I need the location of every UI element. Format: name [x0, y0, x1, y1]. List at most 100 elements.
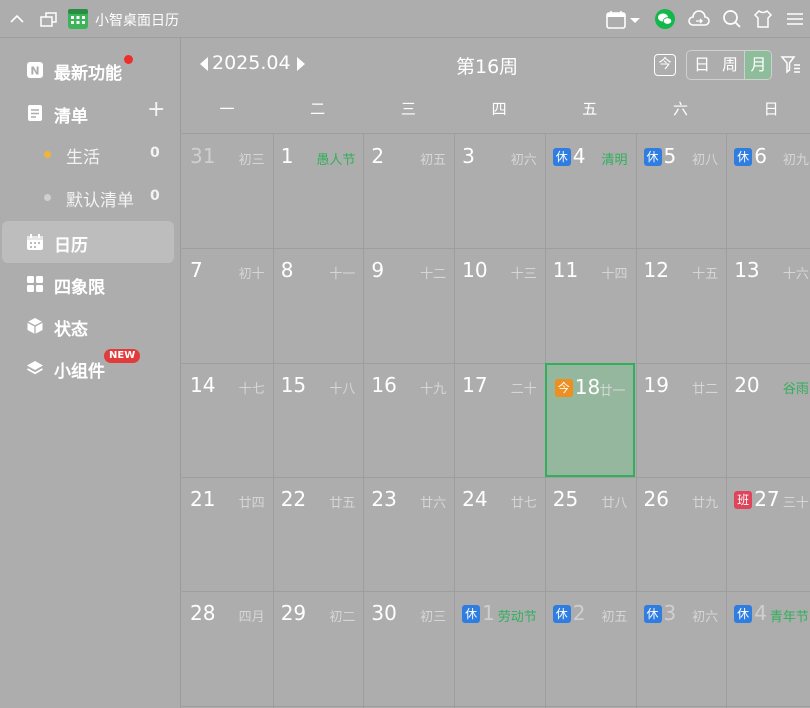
- pin-window-icon[interactable]: [38, 8, 60, 30]
- holiday-badge: 休: [643, 148, 662, 166]
- week-number: 第16周: [456, 56, 519, 78]
- sidebar-item-lists[interactable]: 清单 +: [2, 92, 174, 134]
- menu-icon[interactable]: [784, 8, 806, 30]
- day-cell[interactable]: 休 1 劳动节: [454, 591, 545, 705]
- day-cell[interactable]: 7 初十: [182, 248, 273, 362]
- day-cell[interactable]: 31 初三: [182, 134, 273, 248]
- sidebar-item-label: 清单: [54, 107, 88, 127]
- wechat-icon[interactable]: [654, 8, 676, 30]
- sidebar-item-label: 最新功能: [54, 64, 122, 84]
- view-day-button[interactable]: 日: [688, 51, 716, 79]
- day-cell[interactable]: 休 2 初五: [545, 591, 636, 705]
- day-cell[interactable]: 17 二十: [454, 363, 545, 477]
- day-cell[interactable]: 3 初六: [454, 134, 545, 248]
- day-number: 4: [572, 144, 586, 168]
- sidebar-item-status[interactable]: 状态: [2, 305, 174, 347]
- layers-icon: [27, 361, 43, 375]
- day-number: 6: [754, 144, 767, 168]
- day-cell[interactable]: 班 27 三十: [726, 477, 810, 591]
- day-cell[interactable]: 12 十五: [636, 248, 727, 362]
- month-navigator: 2025.04: [200, 52, 305, 74]
- lunar-date: 三十: [782, 495, 809, 511]
- add-list-button[interactable]: +: [147, 98, 165, 122]
- day-cell[interactable]: 14 十七: [182, 363, 273, 477]
- lunar-date: 初二: [329, 610, 356, 626]
- festival-label: 青年节: [769, 610, 809, 626]
- day-cell[interactable]: 15 十八: [273, 363, 364, 477]
- lunar-date: 初五: [420, 153, 447, 168]
- lunar-date: 初三: [420, 610, 447, 626]
- day-cell[interactable]: 24 廿七: [454, 477, 545, 591]
- new-badge: NEW: [104, 349, 141, 363]
- calendar-dropdown-icon[interactable]: [604, 8, 644, 30]
- collapse-icon[interactable]: [6, 8, 28, 30]
- lunar-date: 十七: [238, 381, 265, 397]
- cloud-sync-icon[interactable]: [686, 8, 712, 30]
- day-cell[interactable]: 13 十六: [726, 248, 810, 362]
- weekday-header: 五: [582, 100, 598, 118]
- lunar-date: 初三: [238, 153, 265, 168]
- day-cell[interactable]: 23 廿六: [363, 477, 454, 591]
- sidebar: N 最新功能 清单 + 生活 0 默认清单 0 日历 四象限 状态 小组件 NE…: [0, 38, 181, 708]
- day-number: 4: [754, 601, 767, 626]
- day-cell[interactable]: 9 十二: [363, 248, 454, 362]
- day-cell[interactable]: 26 廿九: [636, 477, 727, 591]
- day-number: 3: [462, 144, 475, 168]
- sidebar-item-calendar[interactable]: 日历: [2, 221, 174, 263]
- day-number: 31: [190, 144, 216, 168]
- next-month-icon[interactable]: [296, 56, 305, 71]
- day-cell[interactable]: 休 4 清明: [545, 134, 636, 248]
- new-icon: N: [27, 62, 43, 78]
- holiday-badge: 休: [734, 605, 753, 624]
- view-month-button[interactable]: 月: [744, 51, 771, 79]
- day-cell[interactable]: 10 十三: [454, 248, 545, 362]
- day-cell-today[interactable]: 今 18 廿一: [544, 362, 636, 477]
- day-cell[interactable]: 19 廿二: [636, 363, 727, 477]
- festival-label: 谷雨: [782, 381, 809, 397]
- list-item-label: 默认清单: [66, 191, 134, 211]
- day-cell[interactable]: 休 5 初八: [636, 134, 727, 248]
- day-cell[interactable]: 21 廿四: [182, 477, 273, 591]
- go-today-button[interactable]: 今: [654, 54, 676, 76]
- filter-icon[interactable]: [780, 54, 802, 76]
- sidebar-item-label: 日历: [54, 236, 88, 256]
- weekday-header: 四: [491, 100, 507, 118]
- list-item-life[interactable]: 生活 0: [2, 135, 174, 175]
- sidebar-item-new-features[interactable]: N 最新功能: [2, 49, 174, 91]
- day-cell[interactable]: 20 谷雨: [726, 363, 810, 477]
- day-cell[interactable]: 22 廿五: [273, 477, 364, 591]
- day-cell[interactable]: 29 初二: [273, 591, 364, 705]
- calendar-header: 2025.04 第16周 今 日 周 月 一 二 三 四 五 六 日: [182, 38, 810, 132]
- search-icon[interactable]: [721, 8, 743, 30]
- day-cell[interactable]: 28 四月: [182, 591, 273, 705]
- day-cell[interactable]: 8 十一: [273, 248, 364, 362]
- skin-icon[interactable]: [752, 8, 774, 30]
- sidebar-item-widgets[interactable]: 小组件 NEW: [2, 347, 174, 389]
- day-number: 22: [280, 486, 307, 511]
- list-item-count: 0: [150, 145, 160, 161]
- svg-text:N: N: [30, 65, 39, 78]
- day-cell[interactable]: 2 初五: [363, 134, 454, 248]
- day-cell[interactable]: 休 6 初九: [726, 134, 810, 248]
- view-week-button[interactable]: 周: [716, 51, 744, 79]
- day-cell[interactable]: 休 4 青年节: [726, 591, 810, 705]
- day-cell[interactable]: 11 十四: [545, 248, 636, 362]
- sidebar-item-quadrant[interactable]: 四象限: [2, 263, 174, 305]
- day-cell[interactable]: 休 3 初六: [636, 591, 727, 705]
- festival-label: 愚人节: [316, 153, 356, 168]
- holiday-badge: 休: [552, 605, 571, 624]
- day-cell[interactable]: 1 愚人节: [273, 134, 364, 248]
- list-color-dot: [44, 194, 51, 201]
- lunar-date: 初十: [238, 267, 265, 283]
- list-item-default[interactable]: 默认清单 0: [2, 178, 174, 218]
- lunar-date: 十九: [420, 381, 447, 397]
- lunar-date: 廿七: [510, 495, 537, 511]
- day-cell[interactable]: 25 廿八: [545, 477, 636, 591]
- day-cell[interactable]: 16 十九: [363, 363, 454, 477]
- day-number: 1: [482, 601, 495, 626]
- lunar-date: 二十: [510, 381, 537, 397]
- app-logo-icon: [68, 9, 88, 29]
- day-cell[interactable]: 30 初三: [363, 591, 454, 705]
- prev-month-icon[interactable]: [200, 56, 208, 71]
- holiday-badge: 休: [734, 148, 753, 166]
